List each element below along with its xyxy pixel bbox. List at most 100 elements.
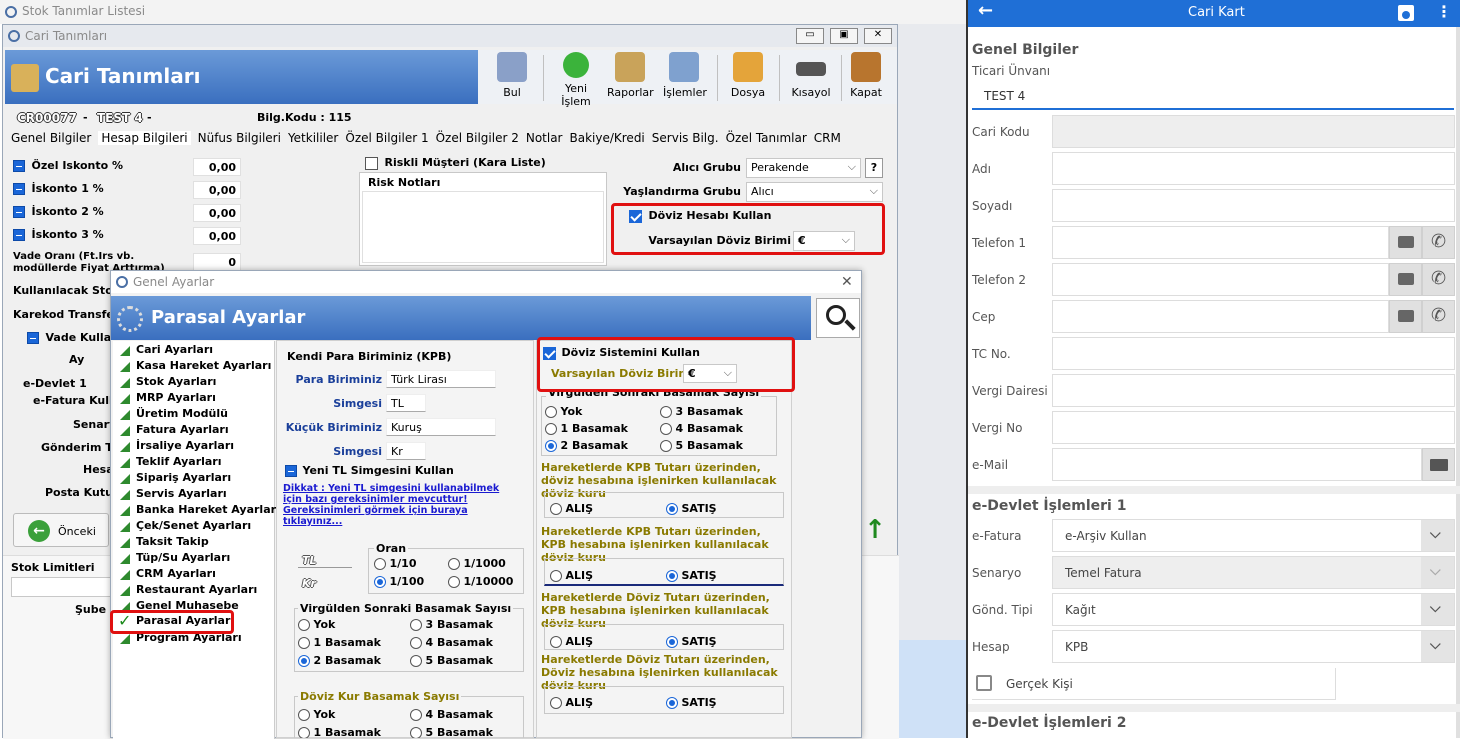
menu-teklif[interactable]: Teklif Ayarları xyxy=(118,455,222,468)
back-arrow-icon[interactable]: ← xyxy=(978,0,993,21)
dikkat-link[interactable]: Dikkat : Yeni TL simgesini kullanabilmek… xyxy=(283,483,519,527)
telefon2-field[interactable] xyxy=(1052,263,1389,296)
efatura-select[interactable]: e-Arşiv Kullan ⌵ xyxy=(1052,519,1455,552)
menu-banka[interactable]: Banka Hareket Ayarları xyxy=(118,503,280,516)
alici-grubu-select[interactable]: Perakende ⌵ xyxy=(746,158,861,178)
maximize-button[interactable]: ▣ xyxy=(830,28,858,44)
dosya-button[interactable]: Dosya xyxy=(729,52,767,104)
close-icon[interactable]: ✕ xyxy=(841,274,853,290)
onceki-button[interactable]: ← Önceki xyxy=(13,513,109,547)
basamak-radio[interactable]: 1 Basamak xyxy=(298,636,381,649)
basamak2-radio[interactable]: 2 Basamak xyxy=(545,439,628,452)
toggle-icon[interactable] xyxy=(13,206,25,218)
menu-mrp[interactable]: MRP Ayarları xyxy=(118,391,216,404)
iskonto-1-input[interactable]: 0,00 xyxy=(193,181,241,199)
iskonto-3-input[interactable]: 0,00 xyxy=(193,227,241,245)
vergi-no-field[interactable] xyxy=(1052,411,1455,444)
tc-no-field[interactable] xyxy=(1052,337,1455,370)
doviz-kur-radio[interactable]: Yok xyxy=(298,708,335,721)
doviz-kur-radio[interactable]: 5 Basamak xyxy=(410,726,493,738)
call-button[interactable]: ✆ xyxy=(1422,263,1455,296)
stok-limitleri-input[interactable] xyxy=(11,577,113,597)
simgesi-input[interactable]: TL xyxy=(386,394,426,412)
vade-orani-input[interactable]: 0 xyxy=(193,253,241,271)
toggle-icon[interactable] xyxy=(285,465,297,477)
para-birimi-input[interactable]: Türk Lirası xyxy=(386,370,496,388)
satis-radio[interactable]: SATIŞ xyxy=(666,569,717,582)
menu-tup-su[interactable]: Tüp/Su Ayarları xyxy=(118,551,230,564)
simgesi2-input[interactable]: Kr xyxy=(386,442,426,460)
menu-taksit[interactable]: Taksit Takip xyxy=(118,535,209,548)
basamak-radio[interactable]: 5 Basamak xyxy=(410,654,493,667)
vergi-dairesi-field[interactable] xyxy=(1052,374,1455,407)
kisayol-button[interactable]: Kısayol xyxy=(791,52,831,104)
minimize-button[interactable]: ▭ xyxy=(796,28,824,44)
riskli-checkbox[interactable] xyxy=(365,156,378,170)
hesap-select[interactable]: KPB ⌵ xyxy=(1052,630,1455,663)
close-button[interactable]: ✕ xyxy=(864,28,892,44)
tab-ozel-bilgiler-1[interactable]: Özel Bilgiler 1 xyxy=(345,131,428,145)
menu-irsaliye[interactable]: İrsaliye Ayarları xyxy=(118,439,234,452)
basamak2-radio[interactable]: 3 Basamak xyxy=(660,405,743,418)
yaslandirma-select[interactable]: Alıcı ⌵ xyxy=(746,182,883,202)
satis-radio[interactable]: SATIŞ xyxy=(666,502,717,515)
basamak-radio[interactable]: 4 Basamak xyxy=(410,636,493,649)
tab-genel-bilgiler[interactable]: Genel Bilgiler xyxy=(11,131,91,145)
tab-crm[interactable]: CRM xyxy=(814,131,841,145)
tab-ozel-tanimlar[interactable]: Özel Tanımlar xyxy=(726,131,807,145)
mobile-scrollbar[interactable] xyxy=(1456,27,1460,738)
tab-notlar[interactable]: Notlar xyxy=(526,131,563,145)
sms-button[interactable] xyxy=(1389,226,1422,259)
yeni-islem-button[interactable]: Yeni İşlem xyxy=(549,52,603,108)
gercek-kisi-checkbox[interactable] xyxy=(976,675,992,691)
doviz-kur-radio[interactable]: 1 Basamak xyxy=(298,726,381,738)
tab-bakiye-kredi[interactable]: Bakiye/Kredi xyxy=(570,131,645,145)
alis-radio[interactable]: ALIŞ xyxy=(550,696,593,709)
menu-servis[interactable]: Servis Ayarları xyxy=(118,487,227,500)
menu-stok-ayarlari[interactable]: Stok Ayarları xyxy=(118,375,216,388)
cep-field[interactable] xyxy=(1052,300,1389,333)
menu-fatura[interactable]: Fatura Ayarları xyxy=(118,423,229,436)
kapat-button[interactable]: Kapat xyxy=(849,52,883,104)
toggle-icon[interactable] xyxy=(13,183,25,195)
raporlar-button[interactable]: Raporlar xyxy=(607,52,654,104)
basamak-radio[interactable]: Yok xyxy=(298,618,335,631)
gond-tipi-select[interactable]: Kağıt ⌵ xyxy=(1052,593,1455,626)
search-button[interactable] xyxy=(816,298,860,338)
tab-servis-bilg[interactable]: Servis Bilg. xyxy=(652,131,719,145)
ticari-unvani-input[interactable]: TEST 4 xyxy=(972,80,1454,110)
more-vert-icon[interactable]: ⋮ xyxy=(1436,2,1452,21)
tab-hesap-bilgileri[interactable]: Hesap Bilgileri xyxy=(98,131,191,145)
menu-cari-ayarlari[interactable]: Cari Ayarları xyxy=(118,343,213,356)
menu-uretim[interactable]: Üretim Modülü xyxy=(118,407,228,420)
alis-radio[interactable]: ALIŞ xyxy=(550,635,593,648)
basamak2-radio[interactable]: 5 Basamak xyxy=(660,439,743,452)
soyadi-field[interactable] xyxy=(1052,189,1455,222)
tab-ozel-bilgiler-2[interactable]: Özel Bilgiler 2 xyxy=(436,131,519,145)
tab-yetkililer[interactable]: Yetkililer xyxy=(288,131,338,145)
oran-radio[interactable]: 1/100 xyxy=(374,575,424,588)
oran-radio[interactable]: 1/10000 xyxy=(448,575,513,588)
telefon1-field[interactable] xyxy=(1052,226,1389,259)
menu-restaurant[interactable]: Restaurant Ayarları xyxy=(118,583,257,596)
up-arrow-button[interactable]: ↑ xyxy=(861,515,889,547)
menu-siparis[interactable]: Sipariş Ayarları xyxy=(118,471,231,484)
kucuk-birim-input[interactable]: Kuruş xyxy=(386,418,496,436)
alis-radio[interactable]: ALIŞ xyxy=(550,569,593,582)
basamak2-radio[interactable]: 4 Basamak xyxy=(660,422,743,435)
oran-radio[interactable]: 1/1000 xyxy=(448,557,506,570)
satis-radio[interactable]: SATIŞ xyxy=(666,635,717,648)
toggle-icon[interactable] xyxy=(27,332,39,344)
menu-kasa-hareket[interactable]: Kasa Hareket Ayarları xyxy=(118,359,271,372)
call-button[interactable]: ✆ xyxy=(1422,300,1455,333)
basamak-radio[interactable]: 2 Basamak xyxy=(298,654,381,667)
email-button[interactable] xyxy=(1422,448,1455,481)
help-button[interactable]: ? xyxy=(865,158,883,178)
adi-field[interactable] xyxy=(1052,152,1455,185)
oran-radio[interactable]: 1/10 xyxy=(374,557,416,570)
iskonto-2-input[interactable]: 0,00 xyxy=(193,204,241,222)
call-button[interactable]: ✆ xyxy=(1422,226,1455,259)
alis-radio[interactable]: ALIŞ xyxy=(550,502,593,515)
tab-nufus-bilgileri[interactable]: Nüfus Bilgileri xyxy=(198,131,281,145)
toggle-icon[interactable] xyxy=(13,160,25,172)
